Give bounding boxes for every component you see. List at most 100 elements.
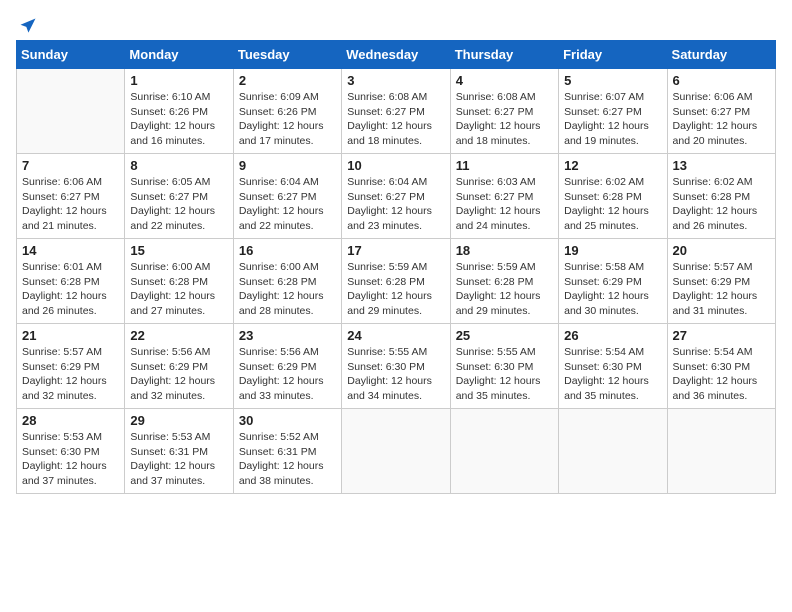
day-number: 21 [22,328,119,343]
day-info: Sunrise: 5:57 AMSunset: 6:29 PMDaylight:… [673,260,770,319]
calendar-cell: 20Sunrise: 5:57 AMSunset: 6:29 PMDayligh… [667,239,775,324]
calendar-cell: 13 Sunrise: 6:02 AMSunset: 6:28 PMDayligh… [667,154,775,239]
calendar-cell [667,409,775,494]
weekday-header: Wednesday [342,41,450,69]
day-info: Sunrise: 6:02 AMSunset: 6:28 PMDaylight:… [673,175,770,234]
day-number: 26 [564,328,661,343]
day-info: Sunrise: 6:01 AMSunset: 6:28 PMDaylight:… [22,260,119,319]
day-info: Sunrise: 5:58 AMSunset: 6:29 PMDaylight:… [564,260,661,319]
day-info: Sunrise: 5:59 AMSunset: 6:28 PMDaylight:… [347,260,444,319]
day-number: 19 [564,243,661,258]
calendar-cell: 22 Sunrise: 5:56 AMSunset: 6:29 PMDayligh… [125,324,233,409]
weekday-header: Saturday [667,41,775,69]
day-info: Sunrise: 6:00 AMSunset: 6:28 PMDaylight:… [239,260,336,319]
day-number: 5 [564,73,661,88]
day-info: Sunrise: 6:02 AMSunset: 6:28 PMDaylight:… [564,175,661,234]
day-number: 18 [456,243,553,258]
calendar-cell: 16 Sunrise: 6:00 AMSunset: 6:28 PMDayligh… [233,239,341,324]
calendar-cell: 28Sunrise: 5:53 AMSunset: 6:30 PMDayligh… [17,409,125,494]
day-number: 14 [22,243,119,258]
calendar-cell: 23 Sunrise: 5:56 AMSunset: 6:29 PMDayligh… [233,324,341,409]
calendar-header-row: SundayMondayTuesdayWednesdayThursdayFrid… [17,41,776,69]
weekday-header: Sunday [17,41,125,69]
calendar-cell: 14 Sunrise: 6:01 AMSunset: 6:28 PMDayligh… [17,239,125,324]
calendar-cell: 30Sunrise: 5:52 AMSunset: 6:31 PMDayligh… [233,409,341,494]
calendar-cell [342,409,450,494]
logo [16,16,38,32]
day-info: Sunrise: 6:00 AMSunset: 6:28 PMDaylight:… [130,260,227,319]
calendar-cell: 8 Sunrise: 6:05 AMSunset: 6:27 PMDaylight… [125,154,233,239]
day-number: 28 [22,413,119,428]
calendar-week-row: 7Sunrise: 6:06 AMSunset: 6:27 PMDaylight… [17,154,776,239]
calendar-cell: 9 Sunrise: 6:04 AMSunset: 6:27 PMDaylight… [233,154,341,239]
day-number: 13 [673,158,770,173]
calendar-cell: 6Sunrise: 6:06 AMSunset: 6:27 PMDaylight… [667,69,775,154]
calendar-cell: 15 Sunrise: 6:00 AMSunset: 6:28 PMDayligh… [125,239,233,324]
calendar-cell: 24 Sunrise: 5:55 AMSunset: 6:30 PMDayligh… [342,324,450,409]
calendar-cell: 17 Sunrise: 5:59 AMSunset: 6:28 PMDayligh… [342,239,450,324]
day-number: 22 [130,328,227,343]
calendar-cell: 5 Sunrise: 6:07 AMSunset: 6:27 PMDaylight… [559,69,667,154]
day-info: Sunrise: 6:09 AMSunset: 6:26 PMDaylight:… [239,90,336,149]
day-number: 9 [239,158,336,173]
day-number: 1 [130,73,227,88]
day-number: 12 [564,158,661,173]
day-info: Sunrise: 6:03 AMSunset: 6:27 PMDaylight:… [456,175,553,234]
calendar-cell: 19 Sunrise: 5:58 AMSunset: 6:29 PMDayligh… [559,239,667,324]
logo-bird-icon [18,16,38,36]
day-number: 4 [456,73,553,88]
calendar-cell: 25 Sunrise: 5:55 AMSunset: 6:30 PMDayligh… [450,324,558,409]
calendar-cell: 12 Sunrise: 6:02 AMSunset: 6:28 PMDayligh… [559,154,667,239]
calendar-cell: 2 Sunrise: 6:09 AMSunset: 6:26 PMDaylight… [233,69,341,154]
day-number: 15 [130,243,227,258]
calendar-table: SundayMondayTuesdayWednesdayThursdayFrid… [16,40,776,494]
day-info: Sunrise: 5:56 AMSunset: 6:29 PMDaylight:… [130,345,227,404]
day-info: Sunrise: 6:08 AMSunset: 6:27 PMDaylight:… [347,90,444,149]
day-info: Sunrise: 5:56 AMSunset: 6:29 PMDaylight:… [239,345,336,404]
calendar-cell: 3 Sunrise: 6:08 AMSunset: 6:27 PMDaylight… [342,69,450,154]
day-info: Sunrise: 5:54 AMSunset: 6:30 PMDaylight:… [673,345,770,404]
day-info: Sunrise: 5:53 AMSunset: 6:31 PMDaylight:… [130,430,227,489]
day-info: Sunrise: 6:04 AMSunset: 6:27 PMDaylight:… [347,175,444,234]
page-header [16,16,776,32]
weekday-header: Friday [559,41,667,69]
day-number: 3 [347,73,444,88]
calendar-cell: 10 Sunrise: 6:04 AMSunset: 6:27 PMDayligh… [342,154,450,239]
calendar-week-row: 21Sunrise: 5:57 AMSunset: 6:29 PMDayligh… [17,324,776,409]
day-number: 24 [347,328,444,343]
day-number: 17 [347,243,444,258]
weekday-header: Tuesday [233,41,341,69]
calendar-cell: 27 Sunrise: 5:54 AMSunset: 6:30 PMDayligh… [667,324,775,409]
day-number: 29 [130,413,227,428]
day-number: 10 [347,158,444,173]
calendar-cell [559,409,667,494]
calendar-cell: 21Sunrise: 5:57 AMSunset: 6:29 PMDayligh… [17,324,125,409]
day-number: 27 [673,328,770,343]
day-number: 6 [673,73,770,88]
day-info: Sunrise: 5:59 AMSunset: 6:28 PMDaylight:… [456,260,553,319]
calendar-cell: 18 Sunrise: 5:59 AMSunset: 6:28 PMDayligh… [450,239,558,324]
day-info: Sunrise: 5:55 AMSunset: 6:30 PMDaylight:… [347,345,444,404]
day-info: Sunrise: 6:08 AMSunset: 6:27 PMDaylight:… [456,90,553,149]
calendar-week-row: 1 Sunrise: 6:10 AMSunset: 6:26 PMDaylight… [17,69,776,154]
day-number: 11 [456,158,553,173]
day-info: Sunrise: 6:05 AMSunset: 6:27 PMDaylight:… [130,175,227,234]
day-info: Sunrise: 6:04 AMSunset: 6:27 PMDaylight:… [239,175,336,234]
calendar-cell [450,409,558,494]
day-info: Sunrise: 6:06 AMSunset: 6:27 PMDaylight:… [22,175,119,234]
calendar-cell: 1 Sunrise: 6:10 AMSunset: 6:26 PMDaylight… [125,69,233,154]
calendar-cell: 29 Sunrise: 5:53 AMSunset: 6:31 PMDayligh… [125,409,233,494]
calendar-cell: 7Sunrise: 6:06 AMSunset: 6:27 PMDaylight… [17,154,125,239]
calendar-cell: 4 Sunrise: 6:08 AMSunset: 6:27 PMDaylight… [450,69,558,154]
day-info: Sunrise: 6:07 AMSunset: 6:27 PMDaylight:… [564,90,661,149]
day-info: Sunrise: 6:10 AMSunset: 6:26 PMDaylight:… [130,90,227,149]
day-number: 25 [456,328,553,343]
day-number: 2 [239,73,336,88]
day-info: Sunrise: 5:52 AMSunset: 6:31 PMDaylight:… [239,430,336,489]
weekday-header: Monday [125,41,233,69]
day-info: Sunrise: 5:55 AMSunset: 6:30 PMDaylight:… [456,345,553,404]
day-number: 8 [130,158,227,173]
day-number: 23 [239,328,336,343]
calendar-week-row: 14 Sunrise: 6:01 AMSunset: 6:28 PMDayligh… [17,239,776,324]
day-number: 16 [239,243,336,258]
